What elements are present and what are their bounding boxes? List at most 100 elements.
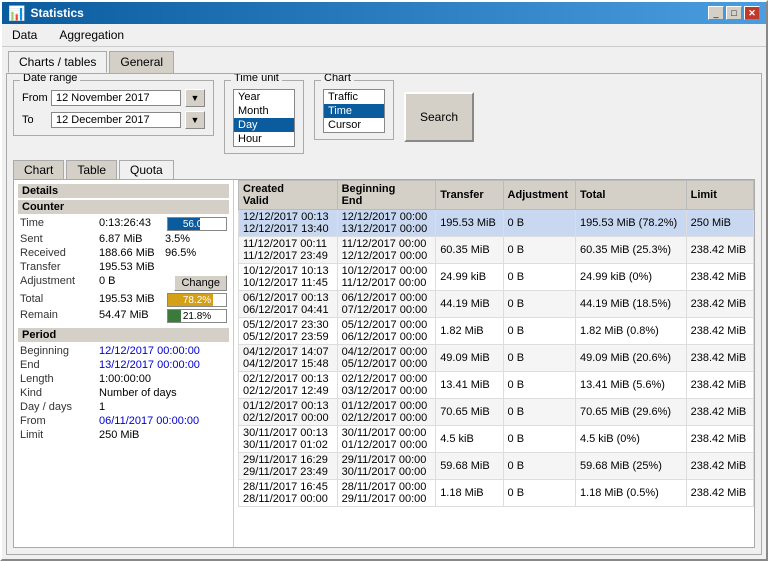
total-val: 195.53 MiB bbox=[99, 293, 163, 307]
cell-transfer: 59.68 MiB bbox=[436, 453, 503, 480]
inner-tab-bar: Chart Table Quota bbox=[13, 160, 755, 179]
limit-info-key: Limit bbox=[20, 429, 95, 441]
main-window: 📊 Statistics _ □ ✕ Data Aggregation Char… bbox=[0, 0, 768, 561]
table-row[interactable]: 02/12/2017 00:1302/12/2017 12:49 02/12/2… bbox=[239, 372, 754, 399]
tab-charts-tables[interactable]: Charts / tables bbox=[8, 51, 107, 73]
cell-beginning-end: 30/11/2017 00:0001/12/2017 00:00 bbox=[337, 426, 436, 453]
transfer-val: 195.53 MiB bbox=[99, 261, 227, 273]
cell-transfer: 44.19 MiB bbox=[436, 291, 503, 318]
daydays-val: 1 bbox=[99, 401, 227, 413]
end-val: 13/12/2017 00:00:00 bbox=[99, 359, 227, 371]
cell-created-valid: 04/12/2017 14:0704/12/2017 15:48 bbox=[239, 345, 338, 372]
time-row: Time 0:13:26:43 56.0% bbox=[18, 216, 229, 232]
top-controls: Date range From ▼ To ▼ Time unit Year Mo… bbox=[13, 80, 755, 154]
inner-tab-chart[interactable]: Chart bbox=[13, 160, 64, 179]
total-row: Total 195.53 MiB 78.2% bbox=[18, 292, 229, 308]
col-created-valid: CreatedValid bbox=[239, 181, 338, 210]
cell-beginning-end: 10/12/2017 00:0011/12/2017 00:00 bbox=[337, 264, 436, 291]
limit-info-val: 250 MiB bbox=[99, 429, 227, 441]
sent-key: Sent bbox=[20, 233, 95, 245]
transfer-key: Transfer bbox=[20, 261, 95, 273]
counter-header: Counter bbox=[18, 200, 229, 214]
cell-created-valid: 02/12/2017 00:1302/12/2017 12:49 bbox=[239, 372, 338, 399]
menu-data[interactable]: Data bbox=[6, 26, 43, 44]
window-controls: _ □ ✕ bbox=[708, 6, 760, 20]
cell-created-valid: 30/11/2017 00:1330/11/2017 01:02 bbox=[239, 426, 338, 453]
cell-total: 49.09 MiB (20.6%) bbox=[575, 345, 686, 372]
total-progress-text: 78.2% bbox=[168, 294, 226, 306]
table-row[interactable]: 04/12/2017 14:0704/12/2017 15:48 04/12/2… bbox=[239, 345, 754, 372]
time-unit-listbox: Year Month Day Hour bbox=[233, 89, 295, 147]
remain-key: Remain bbox=[20, 309, 95, 323]
content-area: Date range From ▼ To ▼ Time unit Year Mo… bbox=[6, 73, 762, 555]
table-row[interactable]: 01/12/2017 00:1302/12/2017 00:00 01/12/2… bbox=[239, 399, 754, 426]
limit-info-row: Limit 250 MiB bbox=[18, 428, 229, 442]
cell-created-valid: 01/12/2017 00:1302/12/2017 00:00 bbox=[239, 399, 338, 426]
chart-type-group: Chart Traffic Time Cursor bbox=[314, 80, 394, 140]
to-calendar-button[interactable]: ▼ bbox=[185, 111, 205, 129]
time-unit-day[interactable]: Day bbox=[234, 118, 294, 132]
adjustment-row: Adjustment 0 B Change bbox=[18, 274, 229, 292]
cell-beginning-end: 12/12/2017 00:0013/12/2017 00:00 bbox=[337, 210, 436, 237]
remain-row: Remain 54.47 MiB 21.8% bbox=[18, 308, 229, 324]
col-total: Total bbox=[575, 181, 686, 210]
search-button[interactable]: Search bbox=[404, 92, 474, 142]
cell-beginning-end: 05/12/2017 00:0006/12/2017 00:00 bbox=[337, 318, 436, 345]
to-input[interactable] bbox=[51, 112, 181, 128]
col-beginning-end: BeginningEnd bbox=[337, 181, 436, 210]
cell-adjustment: 0 B bbox=[503, 372, 575, 399]
length-val: 1:00:00:00 bbox=[99, 373, 227, 385]
tab-general[interactable]: General bbox=[109, 51, 174, 73]
close-button[interactable]: ✕ bbox=[744, 6, 760, 20]
table-row[interactable]: 05/12/2017 23:3005/12/2017 23:59 05/12/2… bbox=[239, 318, 754, 345]
chart-type-time[interactable]: Time bbox=[324, 104, 384, 118]
minimize-button[interactable]: _ bbox=[708, 6, 724, 20]
cell-created-valid: 11/12/2017 00:1111/12/2017 23:49 bbox=[239, 237, 338, 264]
from-info-row: From 06/11/2017 00:00:00 bbox=[18, 414, 229, 428]
length-key: Length bbox=[20, 373, 95, 385]
cell-total: 60.35 MiB (25.3%) bbox=[575, 237, 686, 264]
cell-limit: 238.42 MiB bbox=[686, 480, 753, 507]
cell-limit: 238.42 MiB bbox=[686, 345, 753, 372]
chart-type-cursor[interactable]: Cursor bbox=[324, 118, 384, 132]
inner-tab-quota[interactable]: Quota bbox=[119, 160, 174, 179]
app-icon: 📊 bbox=[8, 5, 25, 22]
sent-val: 6.87 MiB bbox=[99, 233, 161, 245]
time-unit-hour[interactable]: Hour bbox=[234, 132, 294, 146]
cell-adjustment: 0 B bbox=[503, 399, 575, 426]
from-input[interactable] bbox=[51, 90, 181, 106]
inner-tab-table[interactable]: Table bbox=[66, 160, 117, 179]
table-row[interactable]: 06/12/2017 00:1306/12/2017 04:41 06/12/2… bbox=[239, 291, 754, 318]
cell-total: 4.5 kiB (0%) bbox=[575, 426, 686, 453]
cell-limit: 238.42 MiB bbox=[686, 453, 753, 480]
cell-adjustment: 0 B bbox=[503, 345, 575, 372]
table-row[interactable]: 30/11/2017 00:1330/11/2017 01:02 30/11/2… bbox=[239, 426, 754, 453]
cell-total: 24.99 kiB (0%) bbox=[575, 264, 686, 291]
chart-type-traffic[interactable]: Traffic bbox=[324, 90, 384, 104]
cell-adjustment: 0 B bbox=[503, 237, 575, 264]
total-progress: 78.2% bbox=[167, 293, 227, 307]
table-row[interactable]: 29/11/2017 16:2929/11/2017 23:49 29/11/2… bbox=[239, 453, 754, 480]
to-row: To ▼ bbox=[22, 111, 205, 129]
menu-aggregation[interactable]: Aggregation bbox=[53, 26, 130, 44]
table-row[interactable]: 12/12/2017 00:1312/12/2017 13:40 12/12/2… bbox=[239, 210, 754, 237]
cell-adjustment: 0 B bbox=[503, 453, 575, 480]
col-adjustment: Adjustment bbox=[503, 181, 575, 210]
time-unit-month[interactable]: Month bbox=[234, 104, 294, 118]
length-row: Length 1:00:00:00 bbox=[18, 372, 229, 386]
table-row[interactable]: 28/11/2017 16:4528/11/2017 00:00 28/11/2… bbox=[239, 480, 754, 507]
title-bar: 📊 Statistics _ □ ✕ bbox=[2, 2, 766, 24]
cell-total: 195.53 MiB (78.2%) bbox=[575, 210, 686, 237]
maximize-button[interactable]: □ bbox=[726, 6, 742, 20]
table-row[interactable]: 10/12/2017 10:1310/12/2017 11:45 10/12/2… bbox=[239, 264, 754, 291]
table-row[interactable]: 11/12/2017 00:1111/12/2017 23:49 11/12/2… bbox=[239, 237, 754, 264]
from-calendar-button[interactable]: ▼ bbox=[185, 89, 205, 107]
time-unit-year[interactable]: Year bbox=[234, 90, 294, 104]
beginning-val: 12/12/2017 00:00:00 bbox=[99, 345, 227, 357]
cell-beginning-end: 11/12/2017 00:0012/12/2017 00:00 bbox=[337, 237, 436, 264]
cell-adjustment: 0 B bbox=[503, 291, 575, 318]
change-button[interactable]: Change bbox=[174, 275, 227, 291]
from-info-key: From bbox=[20, 415, 95, 427]
time-unit-group: Time unit Year Month Day Hour bbox=[224, 80, 304, 154]
adjustment-val: 0 B bbox=[99, 275, 170, 291]
